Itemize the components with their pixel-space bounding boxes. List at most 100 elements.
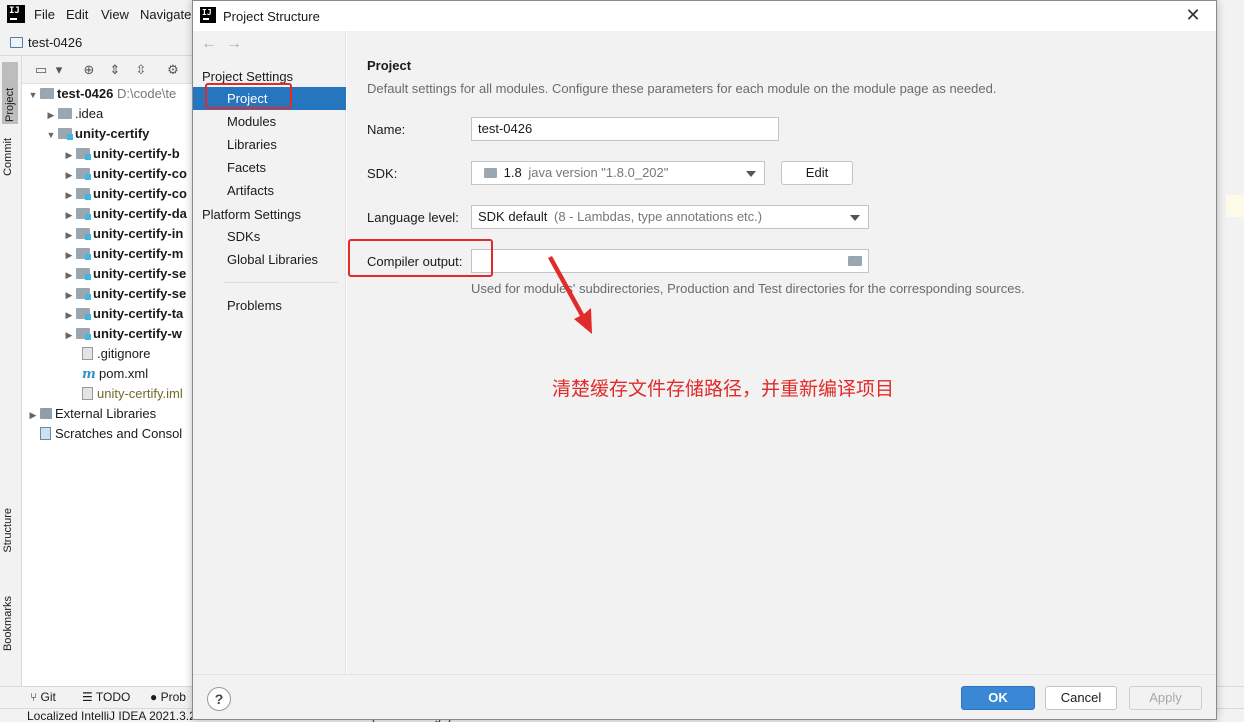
sidebar-item-facets[interactable]: Facets [193,156,346,179]
tree-item-child[interactable]: ▶ unity-certify-m [62,244,184,264]
expand-all-icon[interactable]: ⇕ [108,63,122,77]
dialog-titlebar[interactable]: IJ Project Structure ✕ [193,1,1216,31]
dialog-footer: ? OK Cancel Apply [193,674,1216,719]
menu-navigate[interactable]: Navigate [140,7,191,22]
chevron-down-icon: ▼ [28,90,38,100]
root-name: test-0426 [57,86,114,101]
locate-icon[interactable]: ⊕ [82,63,96,77]
chevron-right-icon: ▶ [29,410,37,420]
back-arrow-icon[interactable]: ← [201,35,217,53]
problems-icon: ● [150,690,161,704]
chevron-right-icon: ▶ [65,270,73,280]
tree-item-child[interactable]: ▶ unity-certify-ta [62,304,184,324]
tool-git[interactable]: ⑂ Git [30,690,56,704]
close-icon[interactable]: ✕ [1183,5,1203,25]
tree-item-label: unity-certify-da [93,206,187,221]
tree-item-external-libraries[interactable]: ▶ External Libraries [26,404,157,424]
menu-edit[interactable]: Edit [66,7,88,22]
chevron-down-icon: ▼ [46,130,56,140]
tree-item-label: External Libraries [55,406,157,421]
tree-item-gitignore[interactable]: .gitignore [82,344,150,364]
apply-button[interactable]: Apply [1129,686,1202,710]
jdk-folder-icon [484,168,497,178]
dropdown-icon[interactable]: ▾ [52,63,66,77]
sidebar-item-global-libraries[interactable]: Global Libraries [193,248,346,271]
tree-item-label: unity-certify-co [93,186,187,201]
tree-item-child[interactable]: ▶ unity-certify-se [62,264,187,284]
tree-item-pom[interactable]: m pom.xml [82,364,148,384]
tree-item-child[interactable]: ▶ unity-certify-da [62,204,187,224]
highlight-box-compiler-output [348,239,493,277]
menu-view[interactable]: View [101,7,129,22]
sidebar-item-problems[interactable]: Problems [193,294,346,317]
breadcrumb[interactable]: test-0426 [28,35,82,50]
tree-item-child[interactable]: ▶ unity-certify-co [62,164,187,184]
tree-item-child[interactable]: ▶ unity-certify-w [62,324,182,344]
tree-item-child[interactable]: ▶ unity-certify-in [62,224,184,244]
sidebar-item-artifacts[interactable]: Artifacts [193,179,346,202]
chevron-right-icon: ▶ [65,310,73,320]
view-mode-icon[interactable]: ▭ [34,63,48,77]
tool-tab-structure[interactable]: Structure [2,508,14,553]
compiler-output-field[interactable] [471,249,869,273]
tree-item-label: pom.xml [99,366,149,381]
tree-item-iml[interactable]: unity-certify.iml [82,384,183,404]
sidebar-item-sdks[interactable]: SDKs [193,225,346,248]
sdk-dropdown[interactable]: 1.8 java version "1.8.0_202" [471,161,765,185]
sdk-version: 1.8 [503,165,522,180]
sidebar-item-libraries[interactable]: Libraries [193,133,346,156]
tree-item-child[interactable]: ▶ unity-certify-se [62,284,187,304]
tree-item-child[interactable]: ▶ unity-certify-b [62,144,180,164]
language-level-detail: (8 - Lambdas, type annotations etc.) [554,209,763,224]
chevron-right-icon: ▶ [65,250,73,260]
language-level-label: Language level: [367,210,459,225]
sdk-edit-button[interactable]: Edit [781,161,853,185]
name-field[interactable]: test-0426 [471,117,779,141]
project-settings-header: Project Settings [202,69,294,84]
language-level-dropdown[interactable]: SDK default (8 - Lambdas, type annotatio… [471,205,869,229]
browse-folder-icon[interactable] [848,256,862,266]
forward-arrow-icon[interactable]: → [226,35,242,53]
cancel-button[interactable]: Cancel [1045,686,1117,710]
scratches-icon [40,427,51,440]
module-folder-icon [76,228,91,240]
chevron-right-icon: ▶ [65,230,73,240]
menu-file[interactable]: File [34,7,55,22]
module-folder-icon [76,328,91,340]
module-folder-icon [76,168,91,180]
module-folder-icon [76,208,91,220]
module-folder-icon [76,188,91,200]
tree-item-scratches[interactable]: Scratches and Consol [40,424,182,444]
todo-list-icon: ☰ [82,690,96,704]
tree-item-label: unity-certify [75,126,150,141]
tree-item-label: unity-certify-m [93,246,184,261]
tool-tab-bookmarks[interactable]: Bookmarks [2,596,14,651]
tool-problems[interactable]: ● Prob [150,690,186,704]
tree-item-label: unity-certify-se [93,286,187,301]
language-level-value: SDK default [478,209,548,224]
gear-icon[interactable]: ⚙ [166,63,180,77]
tree-root[interactable]: ▼ test-0426 D:\code\te [26,84,177,104]
tree-item-label: unity-certify-ta [93,306,184,321]
iml-file-icon [82,387,93,400]
tree-item-idea[interactable]: ▶ .idea [44,104,104,124]
tool-tab-structure-label: Structure [2,508,14,553]
tree-item-module[interactable]: ▼ unity-certify [44,124,150,144]
tool-todo-label: TODO [95,690,131,704]
tool-tab-commit[interactable]: Commit [2,138,14,176]
tree-item-child[interactable]: ▶ unity-certify-co [62,184,187,204]
module-folder-icon [76,308,91,320]
sidebar-divider [223,282,338,283]
page-title: Project [367,58,412,73]
tool-tab-project[interactable]: Project [2,62,18,124]
tool-todo[interactable]: ☰ TODO [82,690,130,704]
intellij-logo-icon: IJ [200,7,216,23]
sdk-label: SDK: [367,166,398,181]
gitignore-file-icon [82,347,93,360]
right-tool-strip [1216,30,1244,686]
collapse-all-icon[interactable]: ⇳ [134,63,148,77]
help-button[interactable]: ? [207,687,231,711]
sidebar-item-modules[interactable]: Modules [193,110,346,133]
tool-tab-commit-label: Commit [2,138,14,176]
ok-button[interactable]: OK [961,686,1035,710]
